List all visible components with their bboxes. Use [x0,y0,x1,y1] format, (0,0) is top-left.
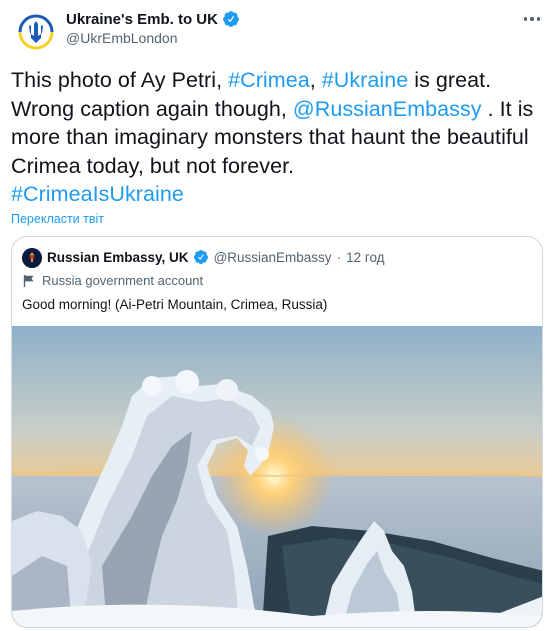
author-name-row: Ukraine's Emb. to UK [66,10,240,28]
tweet-text-part1: This photo of Ay Petri, [11,68,229,92]
verified-badge-icon [222,10,240,28]
author-avatar[interactable] [12,8,60,56]
translate-tweet-link[interactable]: Перекласти твіт [11,212,104,226]
hashtag-ukraine-link[interactable]: #Ukraine [322,68,408,92]
quoted-author-avatar[interactable] [22,248,42,268]
hashtag-crimeaisukraine-link[interactable]: #CrimeaIsUkraine [11,182,184,206]
tweet-text-sep: , [309,68,322,92]
verified-badge-icon [193,249,209,265]
author-display-name[interactable]: Ukraine's Emb. to UK [66,11,218,28]
author-handle[interactable]: @UkrEmbLondon [66,30,178,46]
quoted-separator: · [336,249,342,265]
government-label: Russia government account [22,273,203,288]
tweet-text: This photo of Ay Petri, #Crimea, #Ukrain… [11,66,551,209]
quoted-tweet[interactable]: Russian Embassy, UK @RussianEmbassy · 12… [11,236,543,628]
tweet: Ukraine's Emb. to UK @UkrEmbLondon This … [0,0,560,631]
quoted-header: Russian Embassy, UK @RussianEmbassy · 12… [47,249,385,265]
quoted-text: Good morning! (Ai-Petri Mountain, Crimea… [22,297,328,312]
quoted-photo[interactable] [12,326,542,627]
quoted-handle[interactable]: @RussianEmbassy [214,250,332,265]
more-options-icon[interactable] [518,8,546,30]
quoted-display-name[interactable]: Russian Embassy, UK [47,250,189,265]
mention-russianembassy-link[interactable]: @RussianEmbassy [293,97,482,121]
hashtag-crimea-link[interactable]: #Crimea [228,68,310,92]
ai-petri-sunrise-photo [12,326,542,627]
government-label-text: Russia government account [42,273,204,288]
quoted-timestamp[interactable]: 12 год [346,250,384,265]
government-flag-icon [22,274,36,288]
